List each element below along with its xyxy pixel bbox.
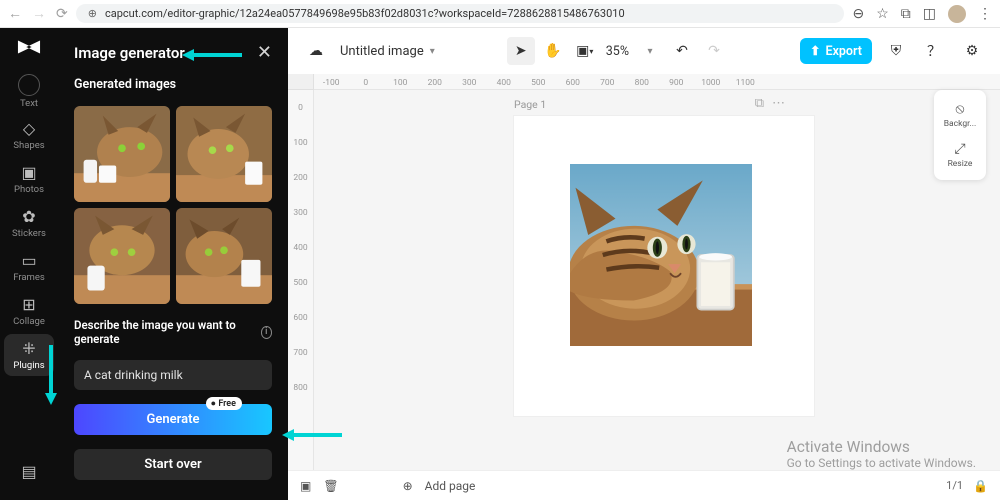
resize-tool[interactable]: ⤢Resize	[938, 136, 982, 174]
doc-title[interactable]: Untitled image▾	[340, 44, 435, 59]
close-icon[interactable]: ✕	[257, 42, 272, 63]
plugins-icon: ⁜	[22, 339, 35, 358]
plugin-panel: Image generator ✕ Generated images Descr…	[58, 28, 288, 500]
left-rail: Text ◇Shapes ▣Photos ✿Stickers ▭Frames ⊞…	[0, 28, 58, 500]
ruler-corner	[288, 74, 314, 90]
add-page-button[interactable]: Add page	[425, 479, 476, 493]
ruler-horizontal: -100010020030040050060070080090010001100	[314, 74, 1000, 90]
hand-tool[interactable]: ✋	[539, 37, 567, 65]
redo-button[interactable]: ↷	[700, 37, 728, 65]
nav-text[interactable]: Text	[0, 70, 58, 112]
nav-reload-icon[interactable]: ⟳	[56, 6, 68, 22]
url-bar[interactable]: ⊕ capcut.com/editor-graphic/12a24ea05778…	[76, 4, 845, 23]
generated-grid	[74, 106, 272, 304]
photos-icon: ▣	[21, 163, 36, 182]
prompt-input[interactable]	[74, 360, 272, 390]
page-more-icon[interactable]: ⋯	[772, 96, 785, 111]
panel-icon[interactable]: ◫	[923, 6, 936, 22]
nav-shapes[interactable]: ◇Shapes	[0, 114, 58, 156]
nav-more[interactable]: ▤	[0, 450, 58, 492]
start-over-button[interactable]: Start over	[74, 449, 272, 480]
nav-photos[interactable]: ▣Photos	[0, 158, 58, 200]
free-badge: ● Free	[206, 397, 242, 410]
star-icon[interactable]: ☆	[876, 6, 889, 22]
shield-icon[interactable]: ⛨	[882, 37, 910, 65]
export-button[interactable]: ⬆Export	[800, 38, 872, 64]
topbar: ☁ Untitled image▾ ➤ ✋ ▣▾ 35% ▾ ↶ ↷ ⬆Expo…	[288, 28, 1000, 74]
generated-image-3[interactable]	[74, 208, 170, 304]
settings-icon[interactable]: ⚙	[958, 37, 986, 65]
background-tool[interactable]: ⦸Backgr...	[938, 96, 982, 134]
layers-icon[interactable]: ▣	[300, 479, 311, 493]
avatar[interactable]	[948, 5, 966, 23]
frames-icon: ▭	[21, 251, 36, 270]
trash-icon[interactable]: 🗑	[323, 479, 338, 493]
text-icon	[18, 74, 40, 96]
nav-frames[interactable]: ▭Frames	[0, 246, 58, 288]
browser-chrome: ← → ⟳ ⊕ capcut.com/editor-graphic/12a24e…	[0, 0, 1000, 28]
generated-image-4[interactable]	[176, 208, 272, 304]
side-tools: ⦸Backgr... ⤢Resize	[934, 90, 986, 180]
menu-dots-icon[interactable]: ⋮	[978, 6, 992, 22]
bottombar: ▣ 🗑 ⊕ Add page 1/1 🔒	[288, 470, 1000, 500]
canvas-image[interactable]	[570, 164, 752, 346]
export-icon: ⬆	[810, 43, 820, 59]
chevron-down-icon: ▾	[430, 46, 435, 57]
background-icon: ⦸	[955, 101, 964, 117]
lock-icon[interactable]: 🔒	[973, 479, 988, 493]
zoom-level[interactable]: 35%	[603, 44, 632, 59]
crop-tool[interactable]: ▣▾	[571, 37, 599, 65]
page-copy-icon[interactable]: ⧉	[755, 96, 764, 111]
collage-icon: ⊞	[22, 295, 35, 314]
nav-forward-icon[interactable]: →	[32, 5, 46, 22]
nav-back-icon[interactable]: ←	[8, 5, 22, 22]
generate-button[interactable]: ● Free Generate	[74, 404, 272, 435]
chevron-down-icon[interactable]: ▾	[636, 37, 664, 65]
plugin-title: Image generator	[74, 44, 185, 62]
help-icon[interactable]: ？	[920, 37, 948, 65]
undo-button[interactable]: ↶	[668, 37, 696, 65]
nav-collage[interactable]: ⊞Collage	[0, 290, 58, 332]
nav-stickers[interactable]: ✿Stickers	[0, 202, 58, 244]
canvas-area: ☁ Untitled image▾ ➤ ✋ ▣▾ 35% ▾ ↶ ↷ ⬆Expo…	[288, 28, 1000, 500]
app-logo-icon[interactable]	[16, 38, 42, 56]
resize-icon: ⤢	[954, 141, 965, 157]
cloud-icon[interactable]: ☁	[302, 37, 330, 65]
generated-image-2[interactable]	[176, 106, 272, 202]
page-icon: ▤	[21, 462, 36, 481]
page-count: 1/1	[946, 479, 963, 492]
canvas-page[interactable]	[514, 116, 814, 416]
shapes-icon: ◇	[23, 119, 35, 138]
site-info-icon[interactable]: ⊕	[88, 7, 97, 20]
ruler-vertical: 0100200300400500600700800	[288, 90, 314, 470]
describe-label: Describe the image you want to generate	[74, 318, 255, 346]
extension-icon[interactable]: ⧉	[901, 6, 911, 22]
info-icon[interactable]: i	[261, 326, 272, 339]
add-page-icon[interactable]: ⊕	[403, 479, 413, 493]
zoom-icon[interactable]: ⊖	[852, 6, 864, 22]
nav-plugins[interactable]: ⁜Plugins	[4, 334, 54, 376]
stickers-icon: ✿	[22, 207, 35, 226]
page-label: Page 1	[514, 98, 546, 111]
generated-heading: Generated images	[74, 77, 272, 92]
generated-image-1[interactable]	[74, 106, 170, 202]
cursor-tool[interactable]: ➤	[507, 37, 535, 65]
url-text: capcut.com/editor-graphic/12a24ea0577849…	[105, 7, 625, 20]
